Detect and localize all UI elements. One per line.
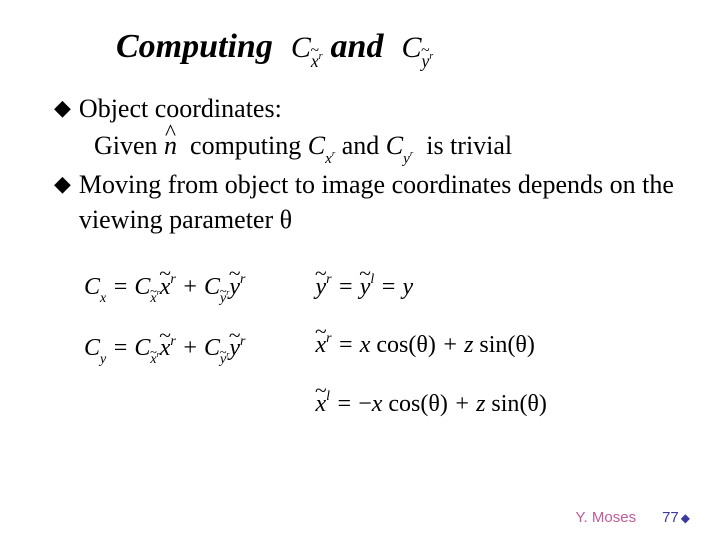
slide-body: ◆ Object coordinates: Given n computing …	[54, 91, 684, 420]
title-word-computing: Computing	[116, 28, 273, 66]
symbol-cyr: Cyr	[386, 128, 413, 167]
eq-yr: yr = yl = y	[315, 271, 546, 303]
equations: Cx = Cxrxr + Cyryr Cy = Cxrxr + Cyryr yr…	[84, 271, 684, 420]
diamond-icon: ◆	[54, 91, 71, 124]
footer-author: Y. Moses	[575, 509, 636, 526]
symbol-n-hat: n	[164, 128, 177, 163]
footer-page-number: 77◆	[662, 509, 690, 526]
equations-left: Cx = Cxrxr + Cyryr Cy = Cxrxr + Cyryr	[84, 271, 245, 420]
eq-cy: Cy = Cxrxr + Cyryr	[84, 332, 245, 368]
eq-cx: Cx = Cxrxr + Cyryr	[84, 271, 245, 307]
slide-title: Computing Cxr and Cyr	[116, 28, 684, 69]
title-word-and: and	[331, 28, 384, 66]
bullet-1: ◆ Object coordinates:	[54, 91, 684, 126]
eq-xr: xr = x cos(θ) + z sin(θ)	[315, 329, 546, 361]
equations-right: yr = yl = y xr = x cos(θ) + z sin(θ) xl …	[315, 271, 546, 420]
bullet-2: ◆ Moving from object to image coordinate…	[54, 167, 684, 237]
symbol-cxr: Cxr	[308, 128, 335, 167]
diamond-icon: ◆	[681, 511, 690, 525]
slide-footer: Y. Moses 77◆	[575, 509, 690, 526]
bullet-1-line2: Given n computing Cxr and Cyr is trivial	[94, 128, 684, 167]
eq-xl: xl = −x cos(θ) + z sin(θ)	[315, 388, 546, 420]
diamond-icon: ◆	[54, 167, 71, 200]
title-symbol-2: Cyr	[401, 31, 433, 69]
bullet-2-text: Moving from object to image coordinates …	[79, 167, 684, 237]
title-symbol-1: Cxr	[291, 31, 323, 69]
slide: Computing Cxr and Cyr ◆ Object coordinat…	[0, 0, 720, 540]
